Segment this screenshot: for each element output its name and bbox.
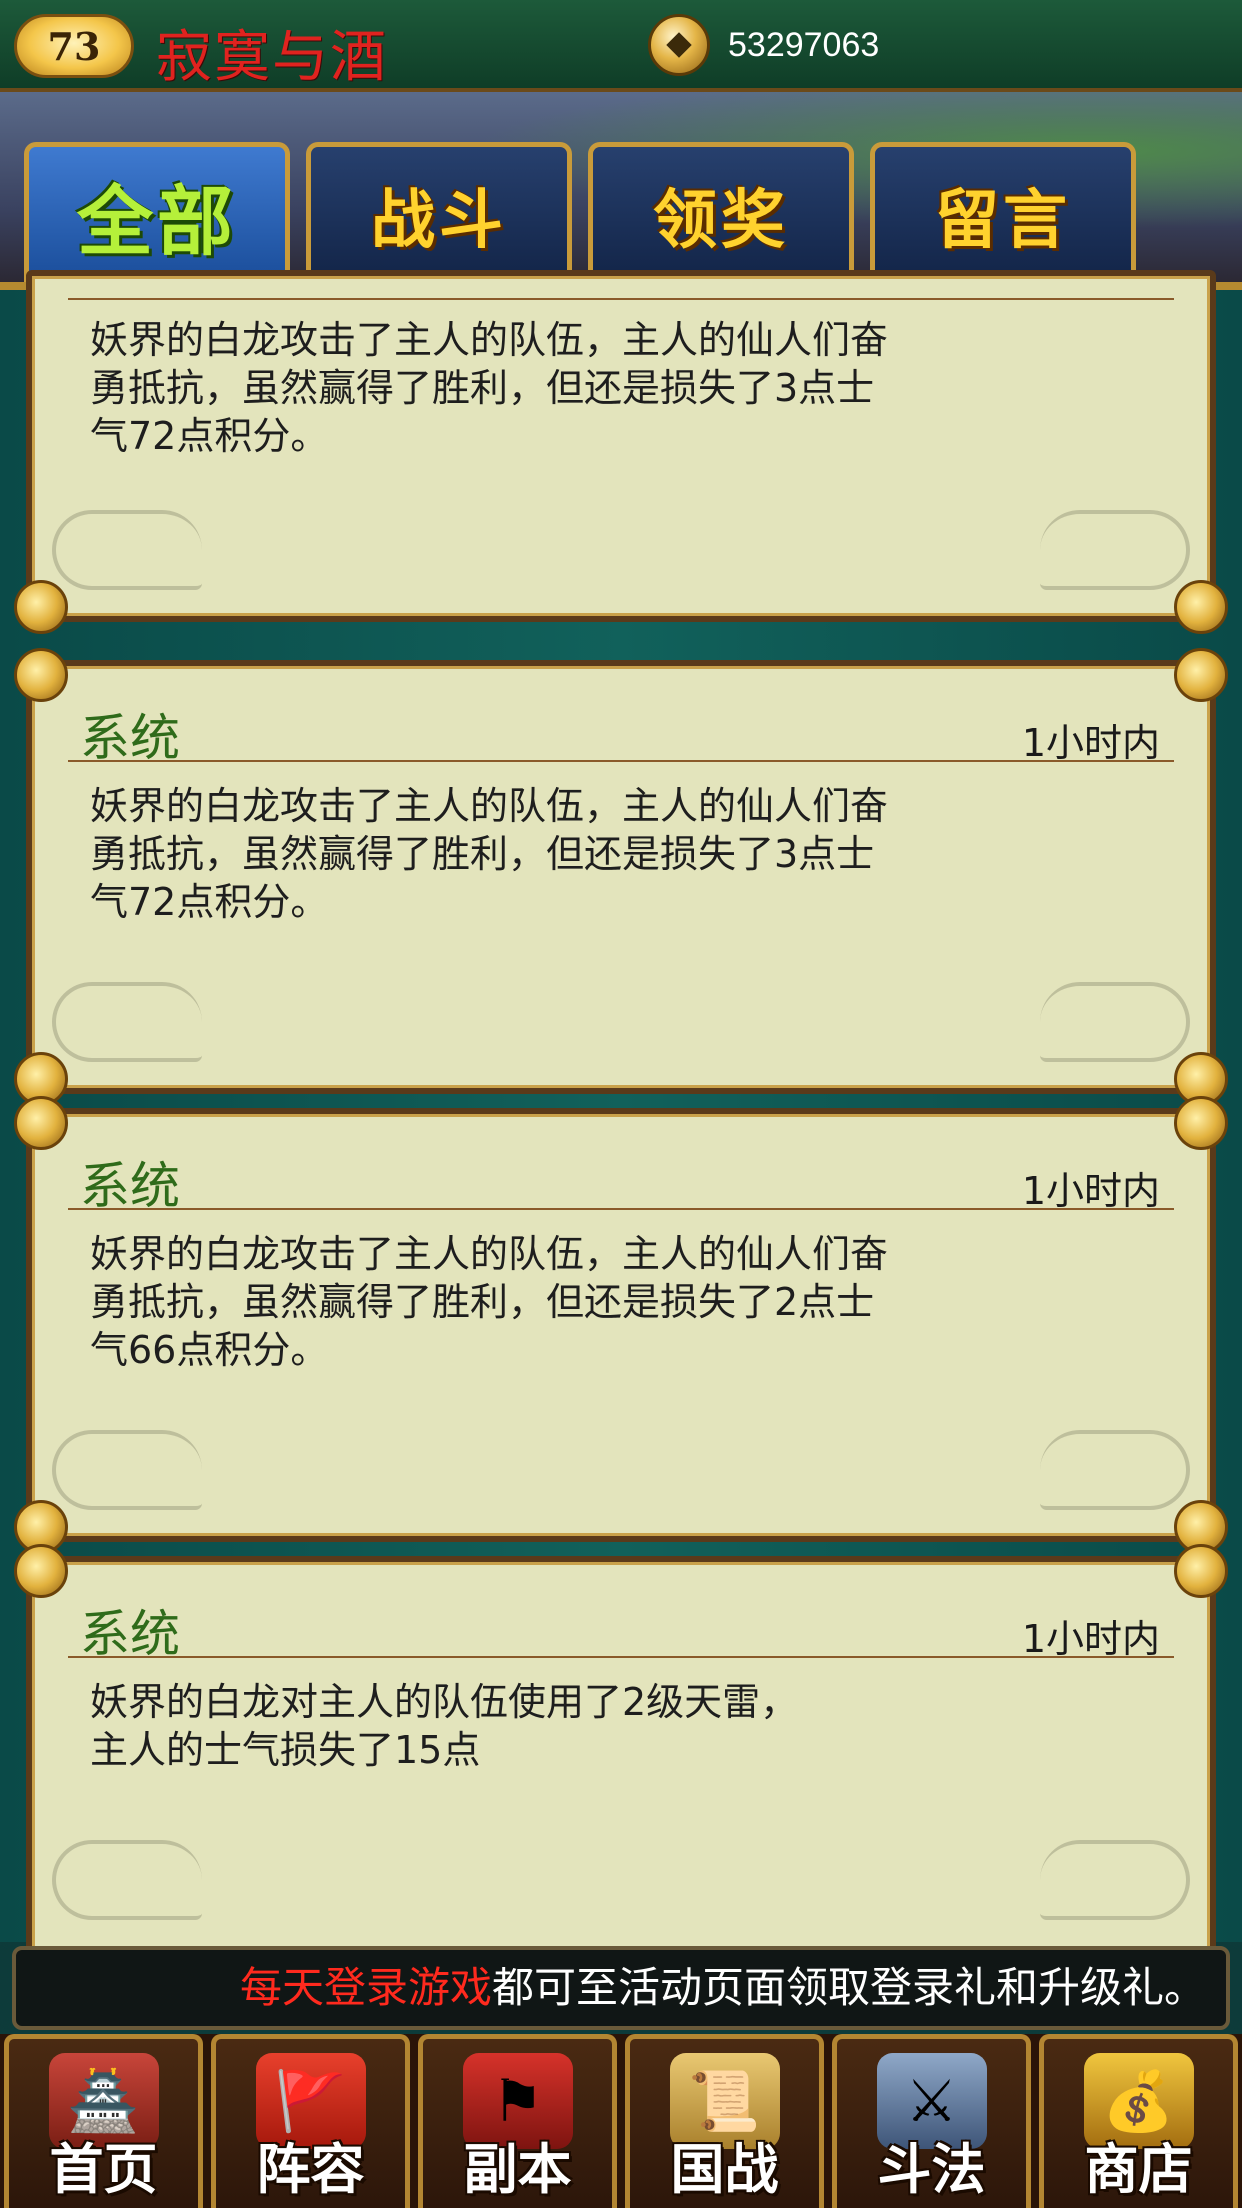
nav-label: 国战 bbox=[670, 2138, 779, 2201]
message-card: 系统 1小时内 妖界的白龙攻击了主人的队伍，主人的仙人们奋勇抵抗，虽然赢得了胜利… bbox=[14, 1096, 1228, 1554]
level-badge: 73 bbox=[14, 14, 134, 78]
ornament-corner-icon bbox=[1174, 580, 1228, 634]
message-sender: 系统 bbox=[80, 1157, 180, 1215]
message-header bbox=[68, 276, 1174, 300]
cloud-ornament-icon bbox=[1040, 1430, 1190, 1510]
bottom-nav: 🏯 首页 🚩 阵容 ⚑ 副本 📜 国战 ⚔ 斗法 💰 商店 bbox=[0, 2034, 1242, 2208]
nav-label: 副本 bbox=[463, 2138, 572, 2201]
cloud-ornament-icon bbox=[52, 982, 202, 1062]
message-header: 系统 1小时内 bbox=[68, 1142, 1174, 1215]
message-body: 妖界的白龙对主人的队伍使用了2级天雷，主人的士气损失了15点 bbox=[90, 1680, 799, 1772]
tab-battle[interactable]: 战斗 bbox=[306, 142, 572, 282]
ornament-corner-icon bbox=[1174, 648, 1228, 702]
message-body: 妖界的白龙攻击了主人的队伍，主人的仙人们奋勇抵抗，虽然赢得了胜利，但还是损失了2… bbox=[90, 1232, 889, 1372]
message-sender: 系统 bbox=[80, 709, 180, 767]
nav-dungeon-button[interactable]: ⚑ 副本 bbox=[418, 2034, 617, 2208]
nav-shop-button[interactable]: 💰 商店 bbox=[1039, 2034, 1238, 2208]
ticker-highlight: 每天登录游戏 bbox=[239, 1963, 492, 2012]
message-body: 妖界的白龙攻击了主人的队伍，主人的仙人们奋勇抵抗，虽然赢得了胜利，但还是损失了3… bbox=[90, 318, 889, 458]
cloud-ornament-icon bbox=[52, 1430, 202, 1510]
message-list[interactable]: 妖界的白龙攻击了主人的队伍，主人的仙人们奋勇抵抗，虽然赢得了胜利，但还是损失了3… bbox=[0, 270, 1242, 1976]
announcement-ticker: 每天登录游戏都可至活动页面领取登录礼和升级礼。 bbox=[12, 1946, 1230, 2030]
message-card: 妖界的白龙攻击了主人的队伍，主人的仙人们奋勇抵抗，虽然赢得了胜利，但还是损失了3… bbox=[14, 270, 1228, 634]
ornament-corner-icon bbox=[14, 648, 68, 702]
nav-national-war-button[interactable]: 📜 国战 bbox=[625, 2034, 824, 2208]
nav-formation-button[interactable]: 🚩 阵容 bbox=[211, 2034, 410, 2208]
message-card: 系统 1小时内 妖界的白龙攻击了主人的队伍，主人的仙人们奋勇抵抗，虽然赢得了胜利… bbox=[14, 648, 1228, 1106]
nav-home-button[interactable]: 🏯 首页 bbox=[4, 2034, 203, 2208]
cloud-ornament-icon bbox=[1040, 510, 1190, 590]
tab-all[interactable]: 全部 bbox=[24, 142, 290, 282]
ticker-text: 都可至活动页面领取登录礼和升级礼。 bbox=[491, 1963, 1206, 2012]
nav-label: 商店 bbox=[1084, 2138, 1193, 2201]
ornament-corner-icon bbox=[1174, 1544, 1228, 1598]
ornament-corner-icon bbox=[14, 1544, 68, 1598]
message-body: 妖界的白龙攻击了主人的队伍，主人的仙人们奋勇抵抗，虽然赢得了胜利，但还是损失了3… bbox=[90, 784, 889, 924]
message-time: 1小时内 bbox=[1021, 1169, 1160, 1213]
nav-label: 阵容 bbox=[256, 2138, 365, 2201]
cloud-ornament-icon bbox=[1040, 982, 1190, 1062]
nav-duel-button[interactable]: ⚔ 斗法 bbox=[832, 2034, 1031, 2208]
message-header: 系统 1小时内 bbox=[68, 694, 1174, 767]
player-name: 寂寞与酒 bbox=[156, 25, 388, 90]
message-card: 系统 1小时内 妖界的白龙对主人的队伍使用了2级天雷，主人的士气损失了15点 bbox=[14, 1544, 1228, 1976]
coin-count: 53297063 bbox=[728, 26, 880, 64]
cloud-ornament-icon bbox=[52, 1840, 202, 1920]
tab-rewards[interactable]: 领奖 bbox=[588, 142, 854, 282]
ornament-corner-icon bbox=[14, 580, 68, 634]
message-sender: 系统 bbox=[80, 1605, 180, 1663]
nav-label: 斗法 bbox=[877, 2138, 986, 2201]
message-header: 系统 1小时内 bbox=[68, 1590, 1174, 1663]
coin-icon bbox=[648, 14, 710, 76]
message-tabs: 全部 战斗 领奖 留言 bbox=[24, 142, 1136, 282]
top-bar: 73 寂寞与酒 53297063 bbox=[0, 0, 1242, 92]
message-time: 1小时内 bbox=[1021, 1617, 1160, 1661]
ornament-corner-icon bbox=[14, 1096, 68, 1150]
tab-messages[interactable]: 留言 bbox=[870, 142, 1136, 282]
ornament-corner-icon bbox=[1174, 1096, 1228, 1150]
nav-label: 首页 bbox=[49, 2138, 158, 2201]
message-time: 1小时内 bbox=[1021, 721, 1160, 765]
cloud-ornament-icon bbox=[1040, 1840, 1190, 1920]
cloud-ornament-icon bbox=[52, 510, 202, 590]
